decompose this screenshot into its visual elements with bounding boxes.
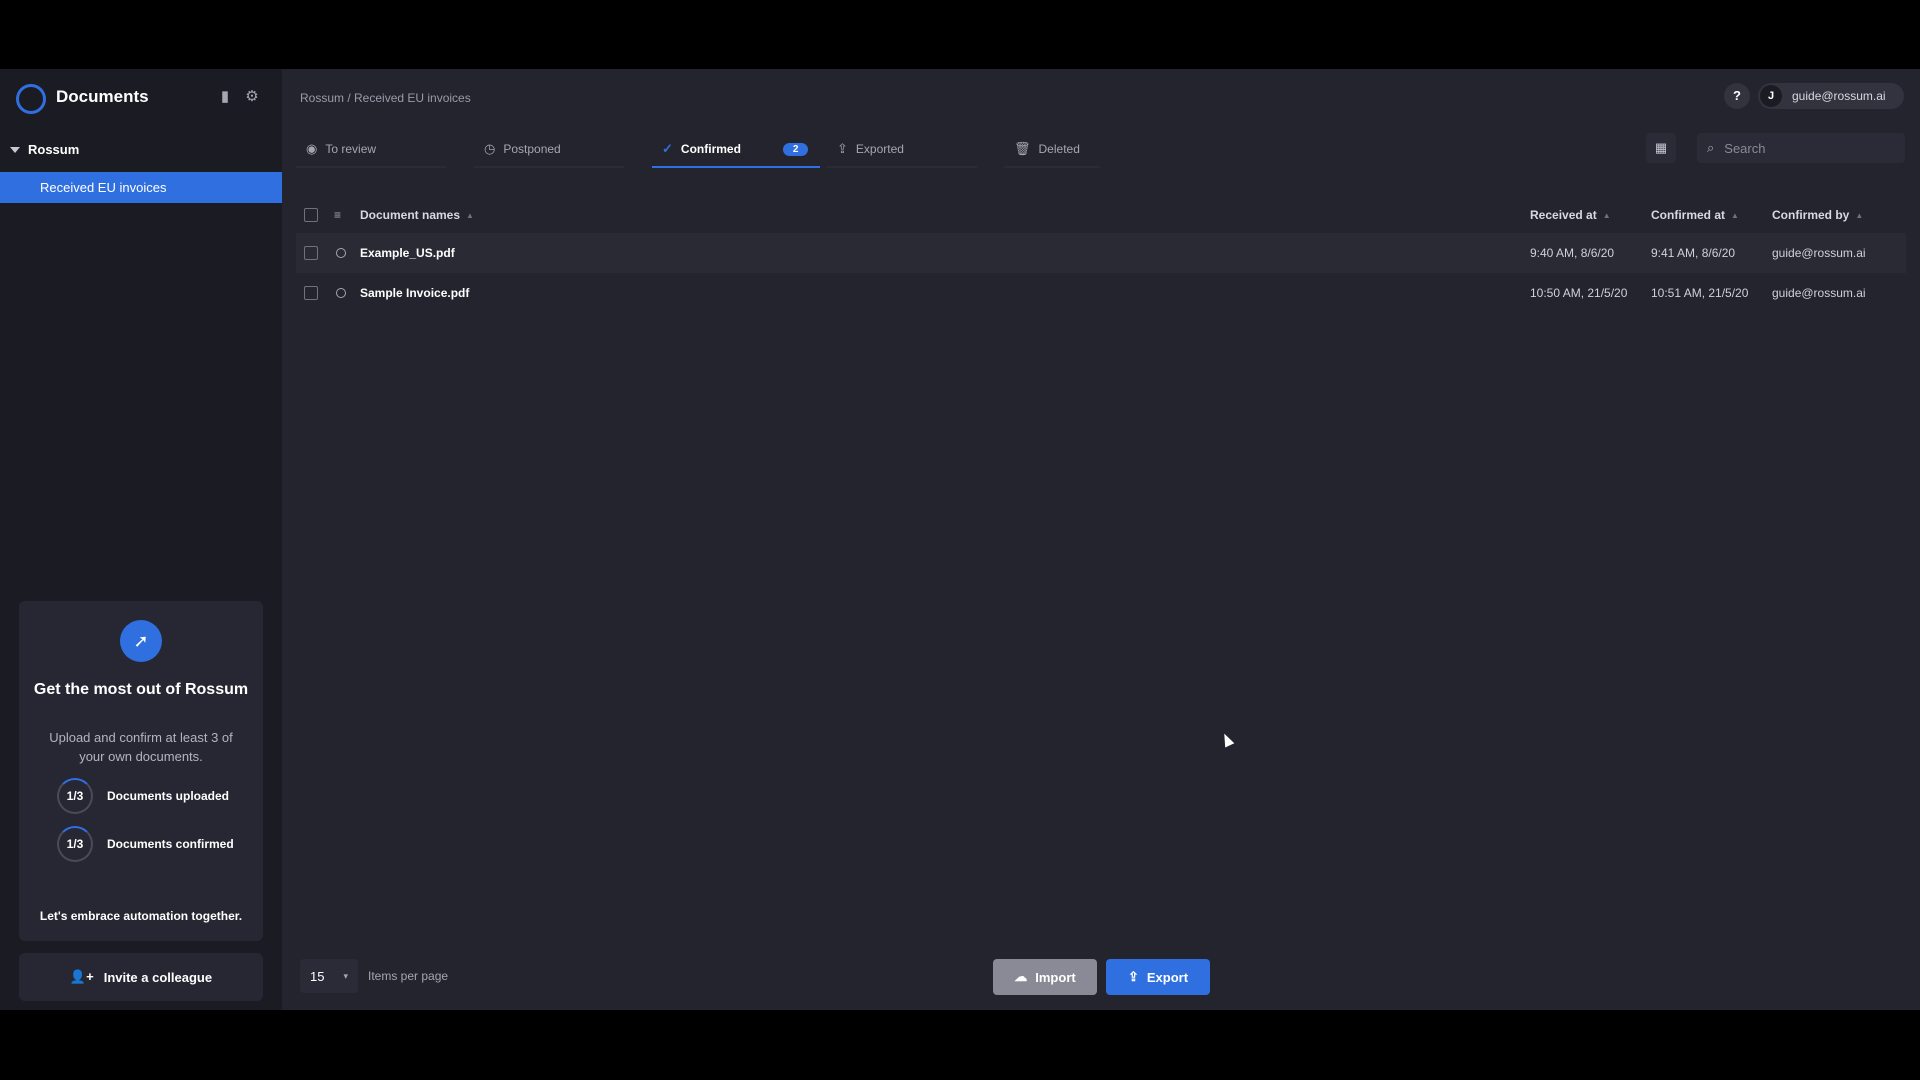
count-badge: 2 [782,142,809,156]
tab-label: Postponed [503,142,561,156]
rocket-icon: ➚ [120,620,162,662]
received-at: 10:50 AM, 21/5/20 [1530,286,1628,300]
onboarding-panel: ➚ Get the most out of Rossum Upload and … [19,601,263,941]
avatar: J [1760,85,1782,107]
tab-label: Confirmed [680,142,741,156]
export-icon: ⇪ [1127,969,1139,984]
calendar-icon: ▦ [1654,140,1668,155]
sort-icon: ▲ [466,210,474,220]
items-per-page-select[interactable]: 15 ▾ [300,959,358,993]
status-dot [336,233,346,273]
add-user-icon: 👤+ [69,969,94,984]
tab-exported[interactable]: ⇪ Exported [827,132,977,168]
sidebar-tree-rossum[interactable]: Rossum [10,142,79,157]
export-button[interactable]: ⇪ Export [1106,959,1210,995]
progress-label: Documents uploaded [107,789,230,803]
select-all-checkbox[interactable] [304,197,318,233]
invite-label: Invite a colleague [103,969,213,985]
breadcrumb[interactable]: Rossum / Received EU invoices [300,91,471,105]
help-button[interactable]: ? [1724,83,1750,109]
tab-deleted[interactable]: 🗑 Deleted [1004,132,1100,168]
progress-ring: 1/3 [57,826,93,862]
confirmed-at: 9:41 AM, 8/6/20 [1651,246,1736,260]
trash-icon: 🗑 [1014,141,1031,156]
sort-icon: ▲ [1731,210,1739,220]
app-title: Documents [56,87,149,106]
column-received-at[interactable]: Received at ▲ [1530,197,1611,233]
main-content: Rossum / Received EU invoices ? J guide@… [282,69,1920,1010]
progress-label: Documents confirmed [107,837,234,851]
sidebar-tree-label: Rossum [28,142,80,157]
filter-icon[interactable]: ≡ [334,197,341,233]
search-box[interactable]: ⌕ [1697,133,1905,163]
confirmed-at: 10:51 AM, 21/5/20 [1651,286,1749,300]
table-header: ≡ Document names ▲ Received at ▲ Confirmed… [296,197,1906,233]
document-name[interactable]: Example_US.pdf [360,233,455,273]
cloud-upload-icon: ☁ [1014,969,1028,984]
gear-icon[interactable]: ⚙ [244,89,260,105]
per-page-value: 15 [310,968,325,984]
confirmed-by: guide@rossum.ai [1772,246,1866,260]
column-document-names[interactable]: Document names ▲ [360,197,474,233]
table-row[interactable]: Sample Invoice.pdf 10:50 AM, 21/5/20 10:… [296,273,1906,313]
check-icon: ✓ [662,141,673,156]
tab-label: To review [325,142,377,156]
status-dot [336,273,346,313]
chevron-down-icon: ▾ [343,970,348,981]
sort-icon: ▲ [1602,210,1611,220]
tab-to-review[interactable]: ◉ To review [296,132,446,168]
row-checkbox[interactable] [304,273,318,313]
caret-down-icon [10,146,20,153]
onboarding-footer: Let's embrace automation together. [39,909,243,923]
sort-icon: ▲ [1855,210,1864,220]
export-icon: ⇪ [837,141,848,156]
per-page-label: Items per page [368,969,449,983]
tab-label: Exported [855,142,904,156]
progress-uploaded: 1/3 Documents uploaded [57,778,229,814]
user-email: guide@rossum.ai [1792,89,1886,103]
column-label: Confirmed by [1772,208,1850,222]
pagination: 15 ▾ Items per page [300,959,448,993]
column-label: Received at [1530,208,1597,222]
row-checkbox[interactable] [304,233,318,273]
stats-icon[interactable]: ▮ [217,89,233,105]
calendar-button[interactable]: ▦ [1646,133,1676,163]
import-label: Import [1035,969,1076,985]
column-confirmed-by[interactable]: Confirmed by ▲ [1772,197,1863,233]
search-input[interactable] [1722,139,1887,157]
invite-colleague-button[interactable]: 👤+ Invite a colleague [19,953,263,1001]
user-menu[interactable]: J guide@rossum.ai [1758,83,1904,109]
import-button[interactable]: ☁ Import [993,959,1097,995]
tab-confirmed[interactable]: ✓ Confirmed 2 [652,132,820,168]
progress-confirmed: 1/3 Documents confirmed [57,826,234,862]
clock-icon: ◷ [484,141,496,156]
export-label: Export [1146,969,1189,985]
rossum-logo [16,84,46,114]
column-confirmed-at[interactable]: Confirmed at ▲ [1651,197,1739,233]
column-label: Document names [360,208,461,222]
received-at: 9:40 AM, 8/6/20 [1530,246,1615,260]
confirmed-by: guide@rossum.ai [1772,286,1866,300]
tab-postponed[interactable]: ◷ Postponed [474,132,624,168]
sidebar: Documents ▮ ⚙ Rossum Received EU invoice… [0,69,283,1010]
onboarding-text: Upload and confirm at least 3 of your ow… [49,730,233,764]
search-icon: ⌕ [1707,140,1715,155]
tab-label: Deleted [1038,142,1080,156]
eye-icon: ◉ [306,141,318,156]
app-window: Documents ▮ ⚙ Rossum Received EU invoice… [0,69,1920,1010]
document-name[interactable]: Sample Invoice.pdf [360,273,469,313]
column-label: Confirmed at [1651,208,1726,222]
onboarding-title: Get the most out of Rossum [33,681,249,698]
progress-ring: 1/3 [57,778,93,814]
table-row[interactable]: Example_US.pdf 9:40 AM, 8/6/20 9:41 AM, … [296,233,1906,273]
documents-table: ≡ Document names ▲ Received at ▲ Confirmed… [296,197,1906,313]
sidebar-item-received-eu-invoices[interactable]: Received EU invoices [0,172,282,203]
